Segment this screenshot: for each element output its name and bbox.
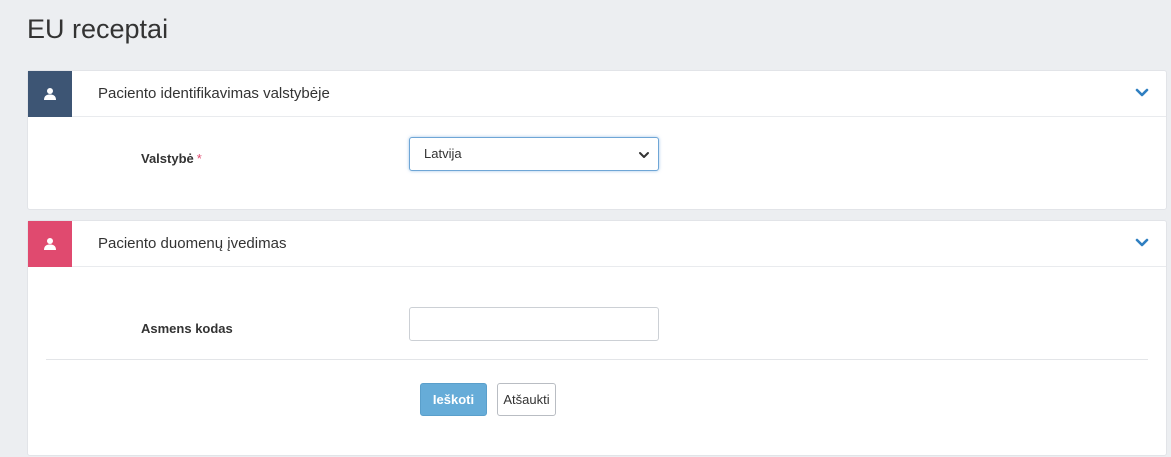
chevron-down-icon[interactable] [1134,85,1150,101]
panel-title: Paciento identifikavimas valstybėje [98,85,330,102]
panel-header[interactable]: Paciento identifikavimas valstybėje [28,71,1166,117]
personal-code-label: Asmens kodas [141,321,233,336]
cancel-button[interactable]: Atšaukti [497,383,556,416]
search-button[interactable]: Ieškoti [420,383,487,416]
user-icon [28,221,72,267]
personal-code-input[interactable] [409,307,659,341]
user-icon [28,71,72,117]
country-label: Valstybė * [141,151,202,166]
chevron-down-icon[interactable] [1134,235,1150,251]
page-title: EU receptai [27,14,169,44]
required-mark: * [196,151,202,166]
panel-header[interactable]: Paciento duomenų įvedimas [28,221,1166,267]
panel-title: Paciento duomenų įvedimas [98,235,287,252]
country-select[interactable]: Latvija [409,137,659,171]
divider [46,359,1148,360]
panel-patient-identification: Paciento identifikavimas valstybėje Vals… [27,70,1167,210]
chevron-down-icon [639,152,649,158]
panel-patient-data-entry: Paciento duomenų įvedimas Asmens kodas I… [27,220,1167,456]
country-select-value: Latvija [424,146,462,161]
